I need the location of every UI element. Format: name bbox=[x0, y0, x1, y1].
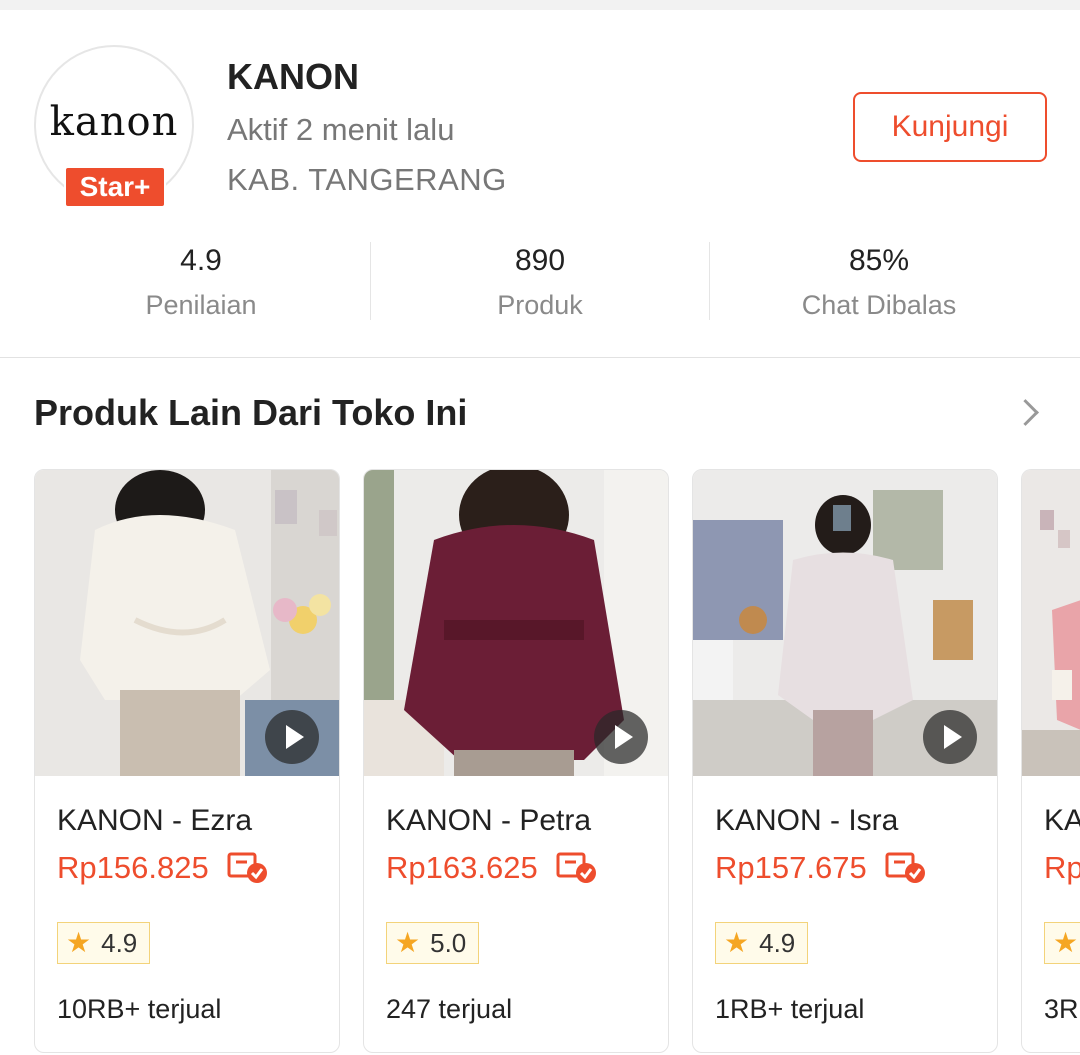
rating-value: 4.9 bbox=[101, 927, 138, 958]
product-price: Rp157.675 bbox=[715, 850, 867, 885]
stat-rating[interactable]: 4.9 Penilaian bbox=[32, 242, 370, 321]
stat-chat[interactable]: 85% Chat Dibalas bbox=[710, 242, 1048, 321]
voucher-check-icon bbox=[227, 851, 269, 885]
visit-shop-button[interactable]: Kunjungi bbox=[853, 92, 1047, 162]
sold-count: 1RB+ terjual bbox=[715, 994, 865, 1024]
product-name: KA bbox=[1044, 804, 1080, 837]
stat-chat-value: 85% bbox=[848, 244, 910, 277]
product-price-row: Rp156.825 bbox=[57, 850, 269, 890]
stat-products[interactable]: 890 Produk bbox=[371, 242, 709, 321]
star-icon: ★ bbox=[1053, 927, 1079, 958]
stat-products-value: 890 bbox=[514, 244, 566, 277]
product-image[interactable] bbox=[693, 470, 997, 776]
play-icon[interactable] bbox=[923, 710, 977, 764]
star-plus-badge: Star+ bbox=[64, 166, 166, 208]
top-strip bbox=[0, 0, 1080, 10]
product-price-row: Rp bbox=[1044, 850, 1080, 890]
voucher-check-icon bbox=[885, 851, 927, 885]
product-price-row: Rp163.625 bbox=[386, 850, 598, 890]
rating-value: 5.0 bbox=[430, 927, 467, 958]
shop-name[interactable]: KANON bbox=[227, 56, 359, 98]
product-card[interactable]: KANON - Ezra Rp156.825 ★ 4.9 10RB+ terju… bbox=[34, 469, 340, 1053]
chevron-right-icon[interactable] bbox=[1012, 399, 1039, 426]
stat-rating-value: 4.9 bbox=[180, 244, 222, 277]
rating-badge: ★ 4.9 bbox=[715, 922, 809, 964]
product-image[interactable] bbox=[364, 470, 668, 776]
shop-logo: kanon bbox=[49, 99, 179, 145]
play-icon[interactable] bbox=[594, 710, 648, 764]
stat-products-label: Produk bbox=[497, 290, 583, 320]
stat-rating-label: Penilaian bbox=[145, 290, 257, 320]
star-icon: ★ bbox=[395, 927, 421, 958]
sold-count: 10RB+ terjual bbox=[57, 994, 222, 1024]
product-price: Rp156.825 bbox=[57, 850, 209, 885]
product-price: Rp bbox=[1044, 850, 1080, 885]
product-name: KANON - Petra bbox=[386, 804, 592, 837]
product-name: KANON - Isra bbox=[715, 804, 899, 837]
stat-chat-label: Chat Dibalas bbox=[801, 290, 957, 320]
product-card[interactable]: KANON - Petra Rp163.625 ★ 5.0 247 terjua… bbox=[363, 469, 669, 1053]
product-card[interactable]: KANON - Isra Rp157.675 ★ 4.9 1RB+ terjua… bbox=[692, 469, 998, 1053]
voucher-check-icon bbox=[556, 851, 598, 885]
star-icon: ★ bbox=[66, 927, 92, 958]
play-icon[interactable] bbox=[265, 710, 319, 764]
product-price-row: Rp157.675 bbox=[715, 850, 927, 890]
sold-count: 247 terjual bbox=[386, 994, 513, 1024]
product-image[interactable] bbox=[1022, 470, 1080, 776]
rating-badge: ★ 4.9 bbox=[57, 922, 151, 964]
sold-count: 3RI bbox=[1044, 994, 1080, 1024]
star-icon: ★ bbox=[724, 927, 750, 958]
product-image[interactable] bbox=[35, 470, 339, 776]
product-name: KANON - Ezra bbox=[57, 804, 253, 837]
section-divider bbox=[0, 357, 1080, 358]
rating-value: 4.9 bbox=[759, 927, 796, 958]
product-price: Rp163.625 bbox=[386, 850, 538, 885]
rating-badge: ★ bbox=[1044, 922, 1080, 964]
product-card[interactable]: KA Rp ★ 3RI bbox=[1021, 469, 1080, 1053]
shop-active-status: Aktif 2 menit lalu bbox=[227, 112, 455, 147]
section-title: Produk Lain Dari Toko Ini bbox=[34, 392, 468, 433]
rating-badge: ★ 5.0 bbox=[386, 922, 480, 964]
shop-location: KAB. TANGERANG bbox=[227, 162, 507, 197]
